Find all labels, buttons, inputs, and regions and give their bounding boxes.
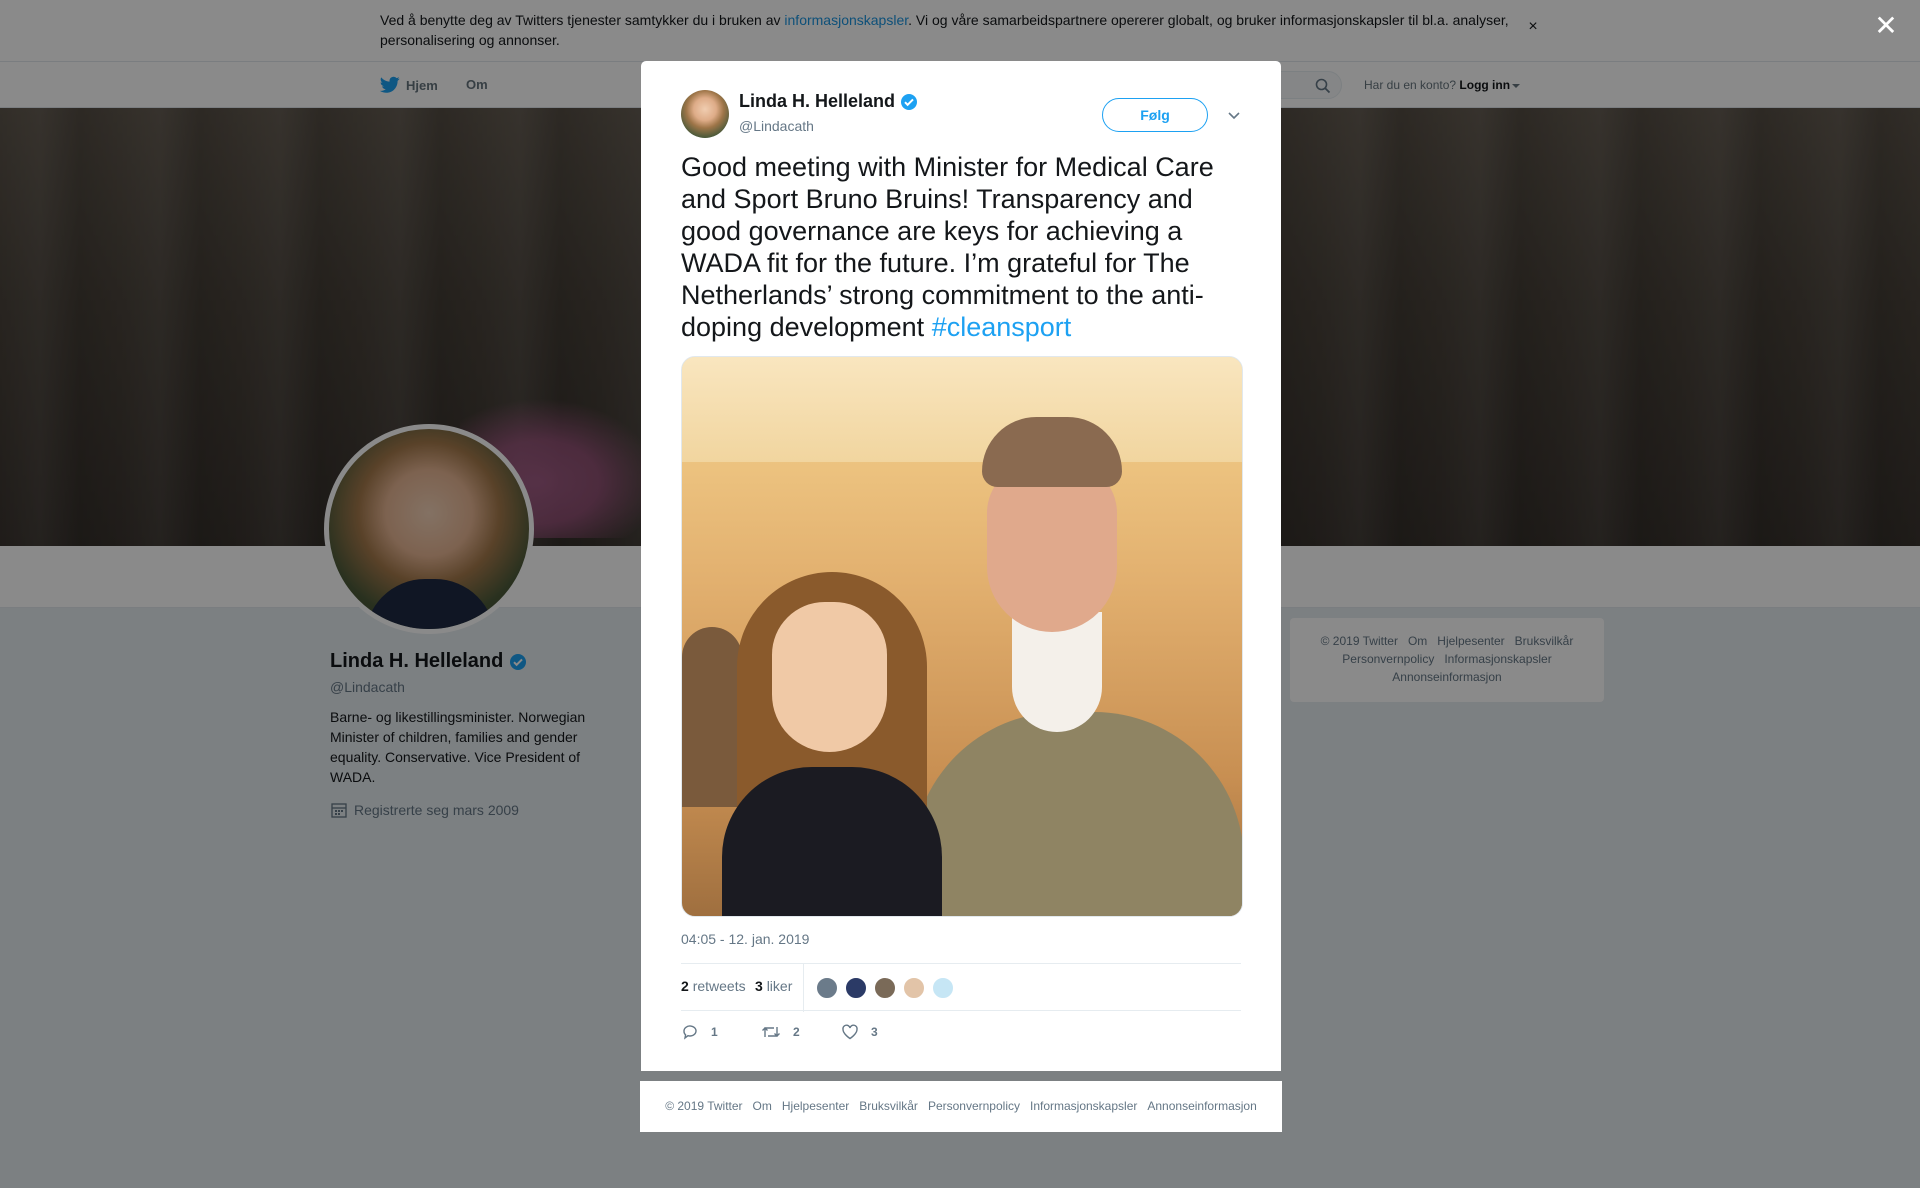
tweet-author-name[interactable]: Linda H. Helleland — [739, 91, 918, 112]
tweet-actions: 1 2 3 — [681, 1021, 981, 1049]
photo-statue — [682, 627, 742, 807]
reply-button[interactable]: 1 — [681, 1023, 718, 1041]
tweet-author-name-text: Linda H. Helleland — [739, 91, 896, 111]
photo-man-face — [987, 462, 1117, 632]
reply-count: 1 — [711, 1025, 718, 1039]
like-count: 3 — [871, 1025, 878, 1039]
photo-man-sweater — [912, 712, 1242, 916]
follow-button[interactable]: Følg — [1102, 98, 1208, 132]
retweet-icon — [762, 1027, 780, 1037]
chevron-down-icon[interactable] — [1226, 107, 1242, 123]
like-button[interactable]: 3 — [841, 1023, 878, 1041]
retweet-button[interactable]: 2 — [761, 1023, 800, 1041]
footer-link[interactable]: Hjelpesenter — [782, 1099, 849, 1113]
tweet-photo[interactable] — [681, 356, 1243, 917]
tweet-avatar[interactable] — [681, 90, 729, 138]
close-icon[interactable]: ✕ — [1872, 12, 1900, 40]
liker-avatar[interactable] — [931, 976, 955, 1000]
liker-avatar[interactable] — [844, 976, 868, 1000]
photo-man-hair — [982, 417, 1122, 487]
liker-avatar[interactable] — [873, 976, 897, 1000]
modal-footer: © 2019 Twitter Om Hjelpesenter Bruksvilkår P… — [640, 1081, 1282, 1132]
footer-link[interactable]: Om — [753, 1099, 772, 1113]
retweets-count: 2 — [681, 978, 689, 994]
tweet-modal: Linda H. Helleland @Lindacath Følg Good … — [641, 61, 1281, 1071]
tweet-timestamp[interactable]: 04:05 - 12. jan. 2019 — [681, 931, 809, 947]
footer-link[interactable]: Informasjonskapsler — [1030, 1099, 1137, 1113]
retweet-count: 2 — [793, 1025, 800, 1039]
likes-count: 3 — [755, 978, 763, 994]
footer-link[interactable]: Bruksvilkår — [859, 1099, 918, 1113]
footer-link[interactable]: Annonseinformasjon — [1147, 1099, 1256, 1113]
liker-avatar[interactable] — [815, 976, 839, 1000]
stats-divider — [803, 964, 804, 1012]
likes-label: liker — [766, 978, 793, 994]
photo-ceiling — [682, 357, 1242, 462]
tweet-text: Good meeting with Minister for Medical C… — [681, 151, 1251, 343]
photo-woman-face — [772, 602, 887, 752]
photo-woman-jacket — [722, 767, 942, 916]
reply-icon — [683, 1025, 697, 1040]
retweets-stat[interactable]: 2 retweets — [681, 978, 746, 994]
liker-avatar[interactable] — [902, 976, 926, 1000]
retweets-label: retweets — [692, 978, 746, 994]
tweet-author-handle[interactable]: @Lindacath — [739, 118, 814, 134]
verified-badge-icon — [901, 93, 918, 110]
tweet-stats: 2 retweets 3 liker — [681, 963, 1241, 1012]
hashtag-link[interactable]: #cleansport — [932, 312, 1072, 342]
heart-icon — [842, 1024, 858, 1040]
footer-link[interactable]: Personvernpolicy — [928, 1099, 1020, 1113]
footer-link[interactable]: © 2019 Twitter — [665, 1099, 742, 1113]
likes-stat[interactable]: 3 liker — [755, 978, 792, 994]
